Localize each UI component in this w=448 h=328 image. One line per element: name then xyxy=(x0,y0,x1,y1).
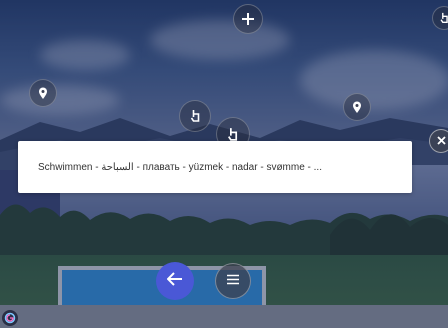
back-button[interactable] xyxy=(156,262,194,300)
location-hotspot-button[interactable] xyxy=(343,93,371,121)
menu-button[interactable] xyxy=(215,263,251,299)
hand-pointer-icon xyxy=(226,127,240,142)
plus-icon xyxy=(241,12,255,26)
close-icon xyxy=(436,132,446,150)
map-pin-icon xyxy=(352,101,362,114)
hand-pointer-icon xyxy=(189,109,202,123)
translation-text: Schwimmen - السباحة - плавать - yüzmek -… xyxy=(38,161,322,173)
translation-popup: Schwimmen - السباحة - плавать - yüzmek -… xyxy=(18,141,412,193)
hand-pointer-icon xyxy=(439,12,448,24)
app-logo-icon xyxy=(2,310,18,326)
location-hotspot-button[interactable] xyxy=(29,79,57,107)
add-hotspot-button[interactable] xyxy=(233,4,263,34)
hamburger-menu-icon xyxy=(226,272,240,290)
close-popup-button[interactable] xyxy=(429,129,448,153)
map-pin-icon xyxy=(38,87,48,100)
arrow-left-icon xyxy=(166,271,183,291)
action-hotspot-button[interactable] xyxy=(179,100,211,132)
